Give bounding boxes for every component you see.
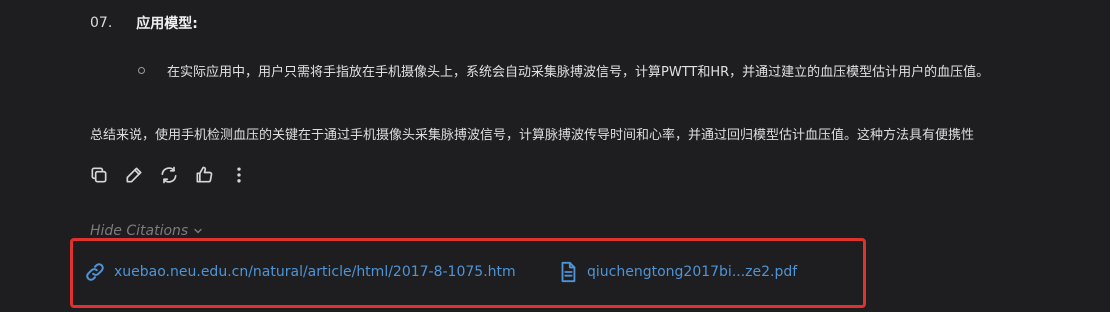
document-icon xyxy=(561,261,576,283)
message-actions xyxy=(88,162,263,188)
regenerate-button[interactable] xyxy=(158,164,180,186)
bullet-marker xyxy=(138,66,145,74)
more-options-button[interactable] xyxy=(228,164,250,186)
chevron-down-icon xyxy=(194,228,202,234)
copy-button[interactable] xyxy=(88,164,110,186)
citation-link-pdf[interactable]: qiuchengtong2017bi...ze2.pdf xyxy=(557,259,797,285)
citation-label: xuebao.neu.edu.cn/natural/article/html/2… xyxy=(114,264,516,280)
bullet-text: 在实际应用中，用户只需将手指放在手机摄像头上，系统会自动采集脉搏波信号，计算PW… xyxy=(167,64,990,80)
edit-button[interactable] xyxy=(123,164,145,186)
copy-icon xyxy=(91,167,107,183)
more-vertical-icon xyxy=(237,167,241,183)
regenerate-icon xyxy=(161,166,177,184)
link-icon xyxy=(86,263,104,281)
bullet-item: 在实际应用中，用户只需将手指放在手机摄像头上，系统会自动采集脉搏波信号，计算PW… xyxy=(138,58,1110,82)
section-title: 应用模型: xyxy=(136,16,198,32)
citation-link-web[interactable]: xuebao.neu.edu.cn/natural/article/html/2… xyxy=(84,259,516,285)
thumbs-up-icon xyxy=(196,166,213,183)
summary-paragraph: 总结来说，使用手机检测血压的关键在于通过手机摄像头采集脉搏波信号，计算脉搏波传导… xyxy=(90,128,975,143)
hide-citations-label: Hide Citations xyxy=(90,223,189,239)
section-heading: 07. 应用模型: xyxy=(90,12,198,34)
thumbs-up-button[interactable] xyxy=(193,164,215,186)
edit-icon xyxy=(126,167,142,183)
citation-label: qiuchengtong2017bi...ze2.pdf xyxy=(587,264,798,280)
section-number: 07. xyxy=(90,15,113,31)
